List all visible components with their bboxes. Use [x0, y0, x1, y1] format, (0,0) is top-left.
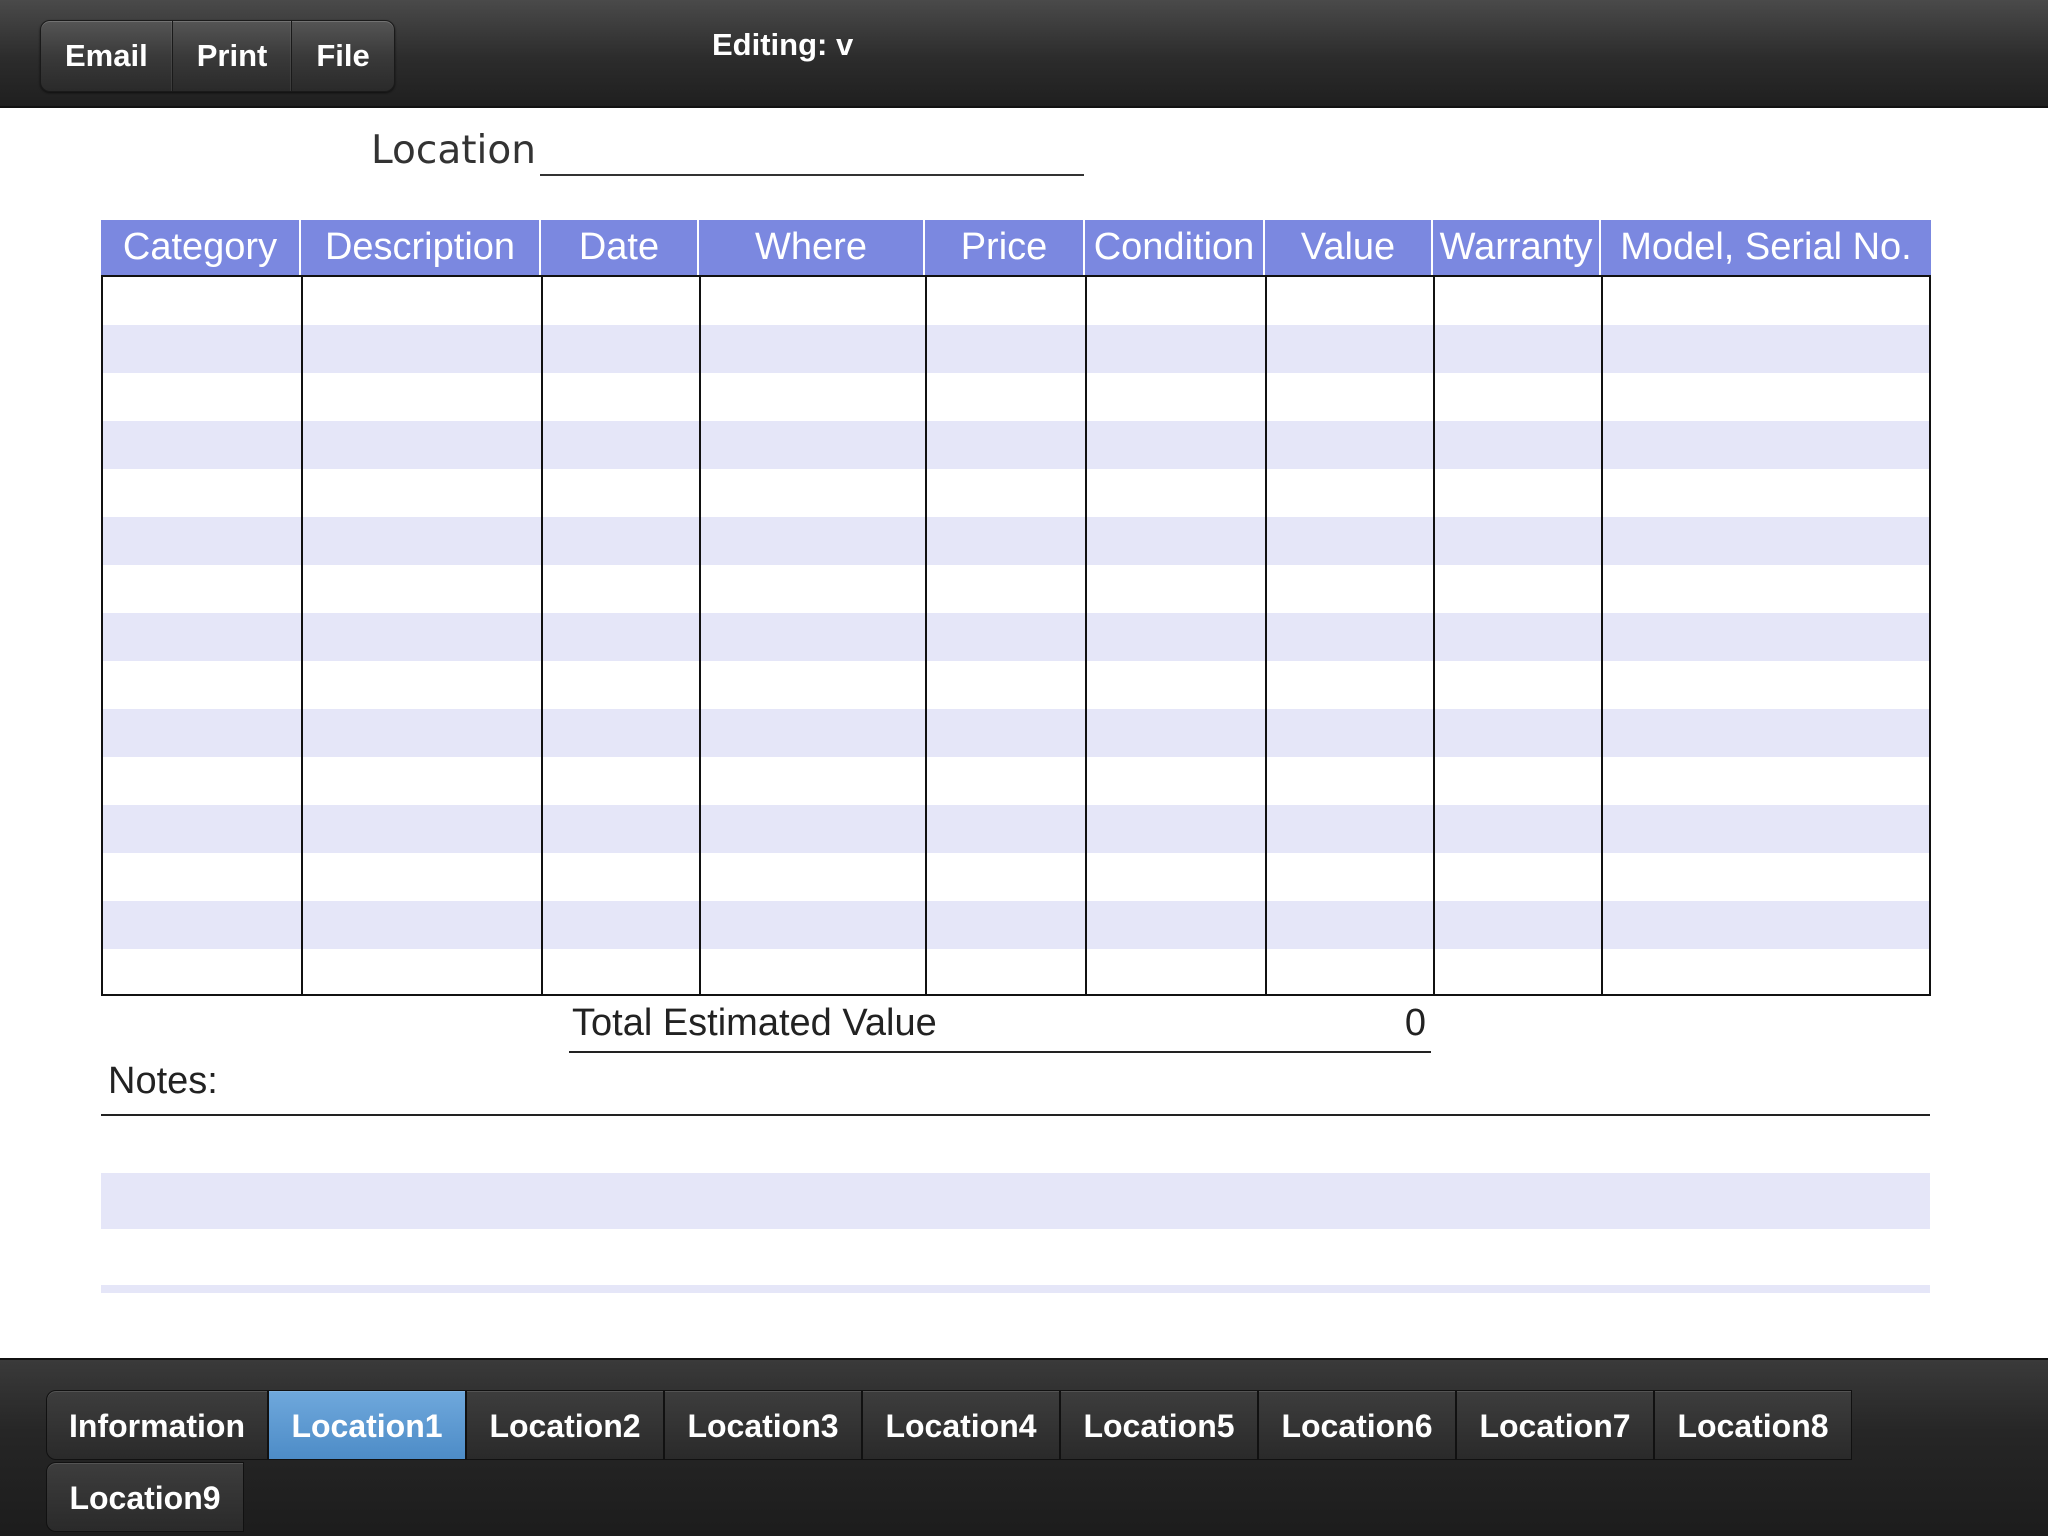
column-divider — [925, 277, 927, 994]
tab-location9[interactable]: Location9 — [46, 1462, 244, 1532]
column-header-price: Price — [925, 220, 1085, 275]
table-row[interactable] — [103, 565, 1929, 613]
column-divider — [1433, 277, 1435, 994]
table-row[interactable] — [103, 421, 1929, 469]
table-row[interactable] — [103, 949, 1929, 997]
table-row[interactable] — [103, 517, 1929, 565]
column-divider — [301, 277, 303, 994]
print-button[interactable]: Print — [173, 21, 293, 91]
bottom-tab-bar: Information Location1 Location2 Location3 Lo… — [0, 1358, 2048, 1536]
total-label: Total Estimated Value — [572, 1002, 937, 1044]
top-toolbar: Email Print File Editing: v — [0, 0, 2048, 108]
tab-location5[interactable]: Location5 — [1060, 1390, 1258, 1460]
column-divider — [1085, 277, 1087, 994]
app-root: Email Print File Editing: v Location Cat… — [0, 0, 2048, 1536]
table-row[interactable] — [103, 661, 1929, 709]
table-row[interactable] — [103, 373, 1929, 421]
table-row[interactable] — [103, 469, 1929, 517]
table-row[interactable] — [103, 853, 1929, 901]
email-button[interactable]: Email — [41, 21, 173, 91]
column-header-condition: Condition — [1085, 220, 1265, 275]
table-row[interactable] — [103, 325, 1929, 373]
tab-information[interactable]: Information — [46, 1390, 268, 1460]
column-header-date: Date — [541, 220, 699, 275]
notes-underline — [101, 1114, 1930, 1116]
table-row[interactable] — [103, 757, 1929, 805]
table-row[interactable] — [103, 709, 1929, 757]
notes-band — [101, 1285, 1930, 1293]
notes-label: Notes: — [108, 1060, 218, 1102]
file-button[interactable]: File — [292, 21, 393, 91]
column-divider — [1601, 277, 1603, 994]
column-divider — [1265, 277, 1267, 994]
tab-location1[interactable]: Location1 — [268, 1390, 466, 1460]
tab-location3[interactable]: Location3 — [664, 1390, 862, 1460]
tab-location2[interactable]: Location2 — [466, 1390, 664, 1460]
table-body — [101, 275, 1931, 996]
table-row[interactable] — [103, 277, 1929, 325]
toolbar-button-group: Email Print File — [40, 20, 395, 92]
column-header-value: Value — [1265, 220, 1433, 275]
table-row[interactable] — [103, 805, 1929, 853]
column-header-description: Description — [301, 220, 541, 275]
tab-location7[interactable]: Location7 — [1456, 1390, 1654, 1460]
location-input[interactable] — [540, 174, 1084, 176]
total-underline — [569, 1051, 1431, 1053]
inventory-table: Category Description Date Where Price Conditi… — [101, 220, 1931, 996]
table-row[interactable] — [103, 613, 1929, 661]
notes-input[interactable] — [101, 1173, 1930, 1229]
table-row[interactable] — [103, 901, 1929, 949]
column-header-category: Category — [101, 220, 301, 275]
column-divider — [541, 277, 543, 994]
editing-title: Editing: v — [712, 27, 854, 62]
column-header-warranty: Warranty — [1433, 220, 1601, 275]
tab-location4[interactable]: Location4 — [862, 1390, 1060, 1460]
tab-location6[interactable]: Location6 — [1258, 1390, 1456, 1460]
tab-location8[interactable]: Location8 — [1654, 1390, 1852, 1460]
location-label: Location — [371, 128, 536, 173]
table-header: Category Description Date Where Price Conditi… — [101, 220, 1931, 275]
column-header-model-serial-no: Model, Serial No. — [1620, 226, 1912, 268]
total-value: 0 — [1404, 1002, 1426, 1044]
column-divider — [699, 277, 701, 994]
column-header-where: Where — [699, 220, 925, 275]
